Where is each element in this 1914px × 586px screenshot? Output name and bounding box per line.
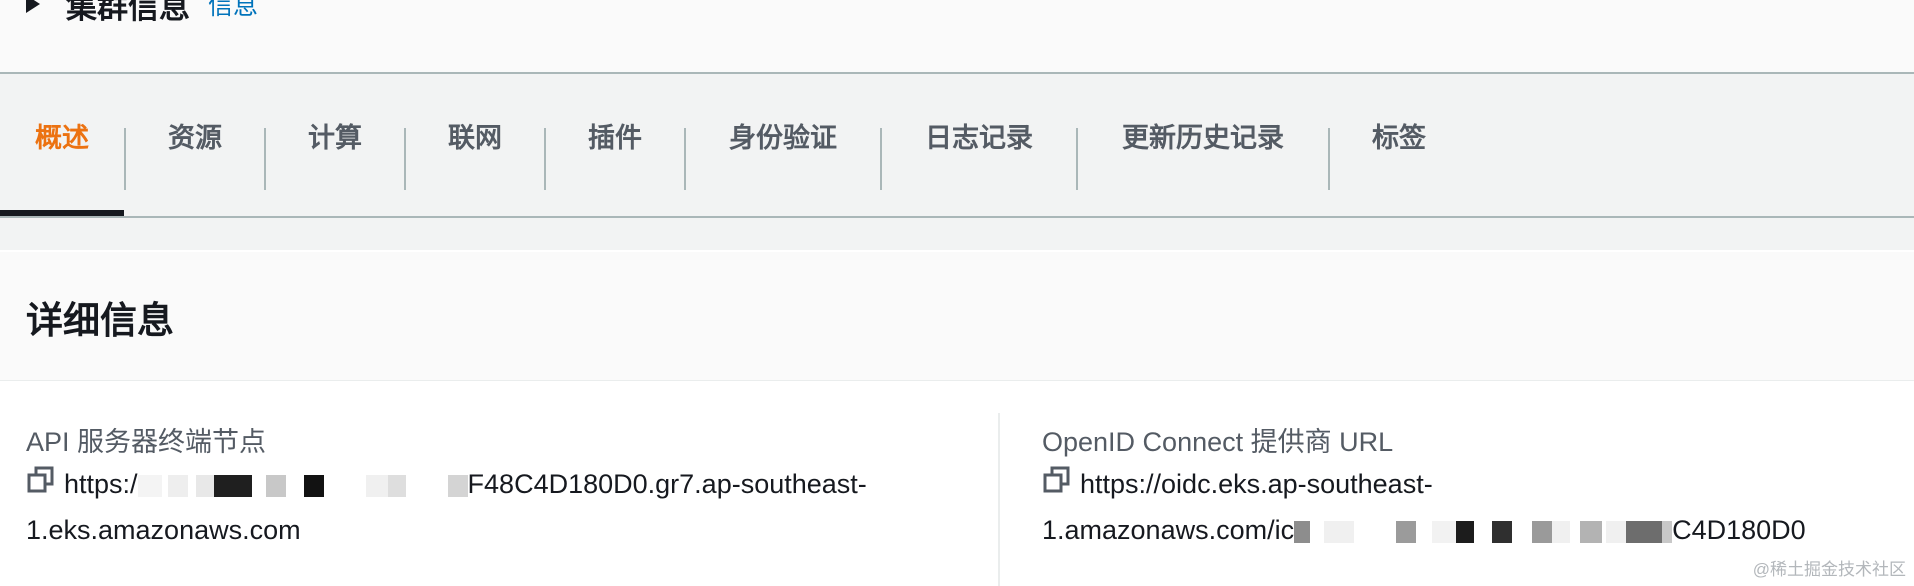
copy-icon[interactable] (26, 464, 56, 508)
api-endpoint-prefix: https:/ (64, 469, 138, 499)
api-endpoint-value[interactable]: https:/ F48C4D180D0.gr7.ap-southeast- 1.e… (26, 462, 966, 552)
oidc-line1: https://oidc.eks.ap-southeast- (1080, 469, 1433, 499)
cluster-info-title: 集群信息 (66, 0, 190, 25)
tab-compute[interactable]: 计算 (265, 54, 405, 216)
oidc-line2-prefix: 1.amazonaws.com/ic (1042, 514, 1295, 545)
tab-overview[interactable]: 概述 (0, 54, 124, 216)
cluster-info-header[interactable]: 集群信息 信息 (26, 0, 258, 25)
redacted-block (1552, 520, 1571, 543)
redacted-block (167, 474, 188, 497)
tab-update-history[interactable]: 更新历史记录 (1077, 54, 1329, 216)
tab-authentication[interactable]: 身份验证 (685, 54, 881, 216)
tabs-underline (0, 216, 1914, 218)
redacted-block (1626, 520, 1663, 543)
redacted-block (213, 474, 252, 497)
redacted-block (387, 474, 406, 497)
redacted-block (1580, 520, 1603, 543)
tab-logging[interactable]: 日志记录 (881, 54, 1077, 216)
api-endpoint-suffix: F48C4D180D0.gr7.ap-southeast- (467, 469, 867, 499)
redacted-block (1324, 520, 1355, 543)
redacted-block (1294, 520, 1311, 543)
redacted-block (137, 474, 162, 497)
redacted-block (1396, 520, 1417, 543)
expand-caret-icon[interactable] (26, 0, 40, 13)
redacted-block (1432, 520, 1457, 543)
column-divider (998, 413, 1000, 586)
tab-networking[interactable]: 联网 (405, 54, 545, 216)
api-endpoint-line2: 1.eks.amazonaws.com (26, 514, 301, 545)
oidc-provider-label: OpenID Connect 提供商 URL (1042, 427, 1394, 457)
details-header-band (0, 252, 1914, 381)
redacted-block (1456, 520, 1475, 543)
redacted-block (303, 474, 324, 497)
copy-icon[interactable] (1042, 464, 1072, 508)
oidc-provider-value[interactable]: https://oidc.eks.ap-southeast- 1.amazona… (1042, 462, 1914, 552)
redacted-block (447, 474, 468, 497)
redacted-block (1492, 520, 1513, 543)
watermark: @稀土掘金技术社区 (1752, 560, 1906, 579)
tab-resources[interactable]: 资源 (125, 54, 265, 216)
redacted-block (1532, 520, 1553, 543)
oidc-line2-suffix: C4D180D0 (1672, 514, 1806, 545)
redacted-block (1662, 520, 1673, 543)
details-title: 详细信息 (26, 300, 174, 341)
redacted-block (365, 474, 388, 497)
redacted-block (265, 474, 286, 497)
api-endpoint-label: API 服务器终端节点 (26, 427, 267, 457)
info-link[interactable]: 信息 (208, 0, 258, 22)
redacted-block (195, 474, 214, 497)
tab-tags[interactable]: 标签 (1329, 54, 1469, 216)
redacted-block (1606, 520, 1627, 543)
tab-addons[interactable]: 插件 (545, 54, 685, 216)
